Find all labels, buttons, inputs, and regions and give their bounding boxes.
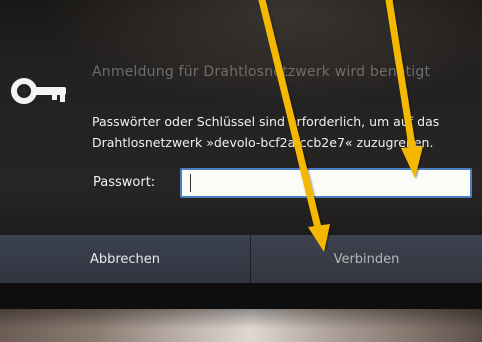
cancel-button[interactable]: Abbrechen xyxy=(0,235,250,283)
dialog-message-line-1: Passwörter oder Schlüssel sind erforderl… xyxy=(92,114,440,129)
connect-button[interactable]: Verbinden xyxy=(250,235,482,283)
dialog-message: Passwörter oder Schlüssel sind erforderl… xyxy=(92,111,477,153)
desktop-edge xyxy=(0,283,482,309)
dialog-title: Anmeldung für Drahtlosnetzwerk wird benö… xyxy=(92,64,431,80)
password-input[interactable] xyxy=(180,168,472,198)
dialog-button-bar: Abbrechen Verbinden xyxy=(0,235,482,283)
desktop-photo-shade xyxy=(0,309,482,342)
text-cursor xyxy=(190,174,191,192)
dialog-message-line-2: Drahtlosnetzwerk »devolo-bcf2afccb2e7« z… xyxy=(92,135,434,150)
password-label: Passwort: xyxy=(93,175,156,190)
key-icon xyxy=(11,78,66,104)
monitor-photo: Anmeldung für Drahtlosnetzwerk wird benö… xyxy=(0,0,482,342)
